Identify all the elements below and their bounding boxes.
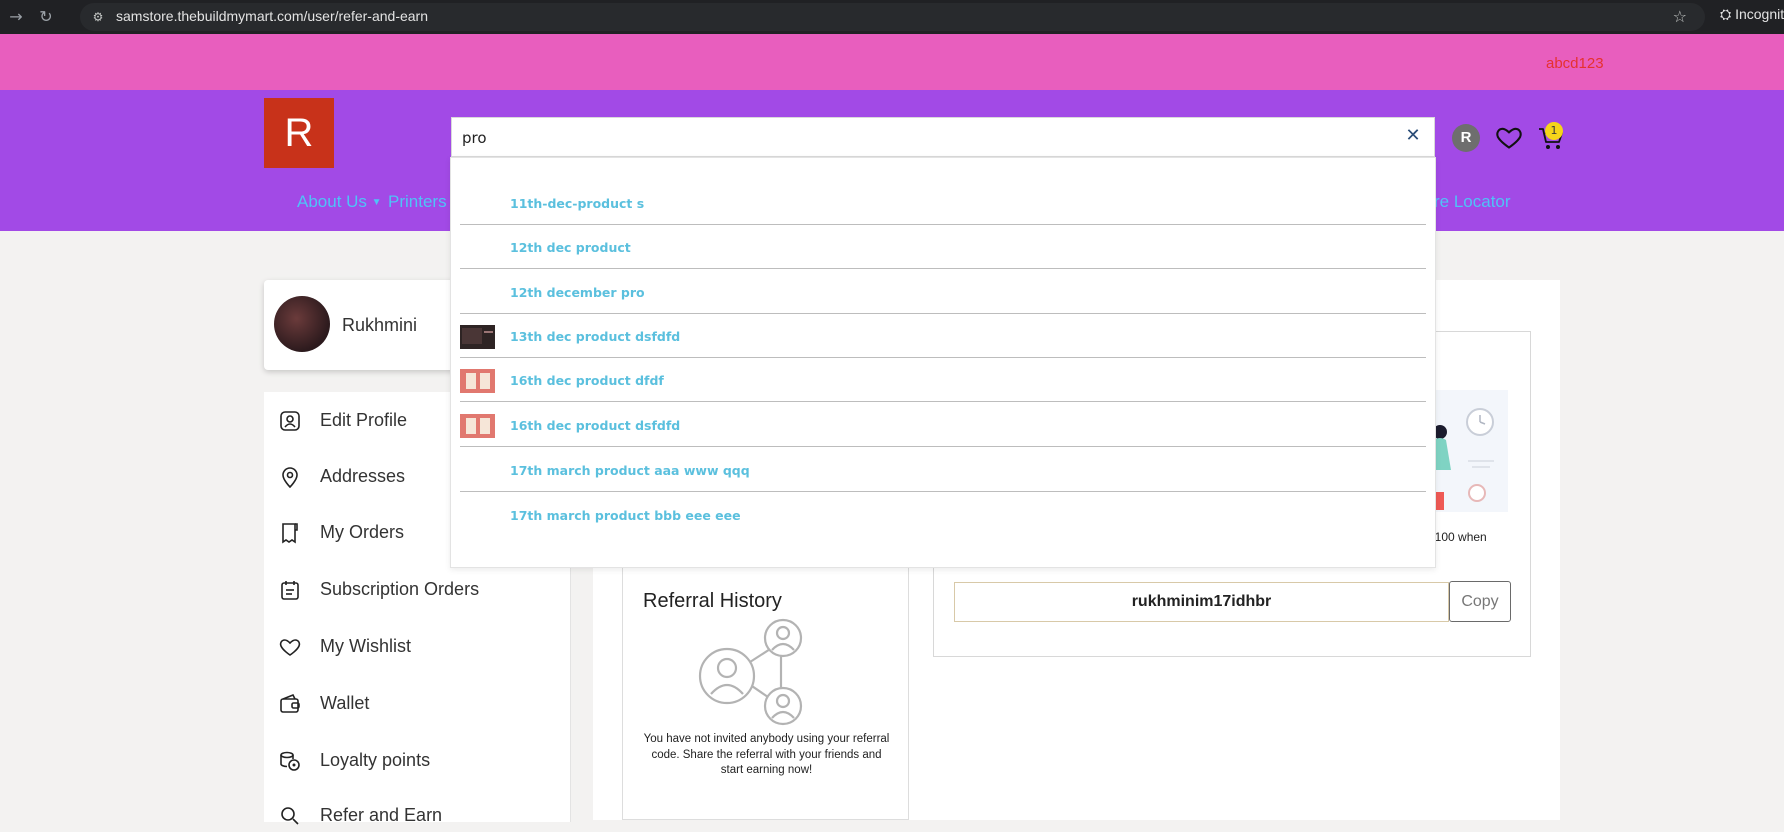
referral-history-card: Referral History You have not invited an… — [622, 560, 909, 820]
referral-code-field[interactable]: rukhminim17idhbr — [954, 582, 1449, 622]
store-logo[interactable]: R — [264, 98, 334, 168]
sidebar-item-label: Refer and Earn — [320, 805, 443, 825]
product-thumbnail — [460, 369, 495, 393]
suggestion-label: 16th dec product dfdf — [510, 373, 664, 388]
coins-icon — [280, 751, 300, 771]
search-suggestions: 11th-dec-product s 12th dec product 12th… — [450, 157, 1436, 568]
site-settings-icon[interactable]: ⚙ — [90, 9, 106, 25]
suggestion-item[interactable]: 17th march product aaa www qqq — [460, 448, 1426, 492]
close-icon[interactable]: ✕ — [1402, 125, 1424, 147]
sidebar-item-label: My Orders — [320, 522, 405, 542]
sidebar-item-label: Wallet — [320, 693, 370, 713]
reload-icon[interactable]: ↻ — [36, 7, 56, 27]
product-thumbnail — [460, 414, 495, 438]
nav-about-us-label: About Us — [297, 192, 367, 211]
suggestion-divider — [460, 446, 1426, 447]
suggestion-label: 16th dec product dsfdfd — [510, 418, 681, 433]
top-bar: abcd123 — [0, 34, 1784, 90]
wallet-icon — [280, 693, 300, 713]
forward-icon[interactable]: → — [6, 7, 26, 27]
profile-name: Rukhmini — [342, 315, 418, 335]
suggestion-label: 13th dec product dsfdfd — [510, 329, 681, 344]
suggestion-item[interactable]: 16th dec product dfdf — [460, 358, 1426, 402]
sidebar-item-label: Addresses — [320, 466, 406, 486]
suggestion-label: 12th dec product — [510, 240, 631, 255]
suggestion-label: 17th march product aaa www qqq — [510, 463, 750, 478]
search-icon — [281, 807, 299, 825]
suggestion-divider — [460, 268, 1426, 269]
profile-avatar[interactable] — [274, 296, 330, 352]
wishlist-heart-icon[interactable] — [1495, 123, 1523, 151]
nav-about-us[interactable]: About Us ▼ — [297, 192, 382, 212]
referral-history-title: Referral History — [643, 590, 782, 612]
suggestion-item[interactable]: 11th-dec-product s — [460, 181, 1426, 225]
referral-network-icon — [698, 618, 803, 726]
receipt-icon — [282, 523, 298, 544]
cart-count-badge: 1 — [1545, 122, 1563, 140]
referral-empty-message: You have not invited anybody using your … — [643, 733, 890, 776]
heart-icon — [279, 639, 301, 656]
nav-printers[interactable]: Printers — [388, 192, 447, 212]
suggestion-item[interactable]: 13th dec product dsfdfd — [460, 314, 1426, 358]
sidebar-item-label: Loyalty points — [320, 750, 431, 770]
suggestion-item[interactable]: 16th dec product dsfdfd — [460, 403, 1426, 447]
suggestion-item[interactable]: 17th march product bbb eee eee — [460, 493, 1426, 537]
suggestion-label: 11th-dec-product s — [510, 196, 645, 211]
incognito-icon: ⛭ — [1720, 6, 1736, 22]
nav-store-locator[interactable]: re Locator — [1434, 192, 1511, 212]
suggestion-item[interactable]: 12th dec product — [460, 225, 1426, 269]
suggestion-divider — [460, 401, 1426, 402]
address-bar[interactable]: ⚙ samstore.thebuildmymart.com/user/refer… — [80, 3, 1705, 31]
incognito-indicator[interactable]: ⛭ Incognito — [1720, 6, 1784, 28]
map-pin-icon — [282, 467, 298, 489]
caret-down-icon: ▼ — [371, 197, 382, 208]
browser-chrome: → ↻ ⚙ samstore.thebuildmymart.com/user/r… — [0, 0, 1784, 34]
search-box: ✕ — [451, 117, 1435, 157]
top-bar-code: abcd123 — [1546, 55, 1604, 72]
suggestion-label: 12th december pro — [510, 285, 645, 300]
sidebar-item-label: Edit Profile — [320, 410, 408, 430]
bookmark-star-icon[interactable]: ☆ — [1673, 7, 1687, 26]
copy-button[interactable]: Copy — [1449, 581, 1511, 622]
user-square-icon — [280, 411, 300, 431]
sidebar-item-label: My Wishlist — [320, 636, 411, 656]
calendar-list-icon — [281, 581, 299, 600]
suggestion-divider — [460, 491, 1426, 492]
incognito-label: Incognito — [1735, 6, 1784, 22]
profile-card: Rukhmini — [264, 280, 464, 370]
suggestion-label: 17th march product bbb eee eee — [510, 508, 741, 523]
search-input[interactable] — [462, 126, 1362, 150]
sidebar-item-label: Subscription Orders — [320, 579, 480, 599]
suggestion-item[interactable]: 12th december pro — [460, 270, 1426, 314]
url-text: samstore.thebuildmymart.com/user/refer-a… — [116, 8, 429, 24]
product-thumbnail — [460, 325, 495, 349]
user-avatar[interactable]: R — [1452, 124, 1480, 152]
